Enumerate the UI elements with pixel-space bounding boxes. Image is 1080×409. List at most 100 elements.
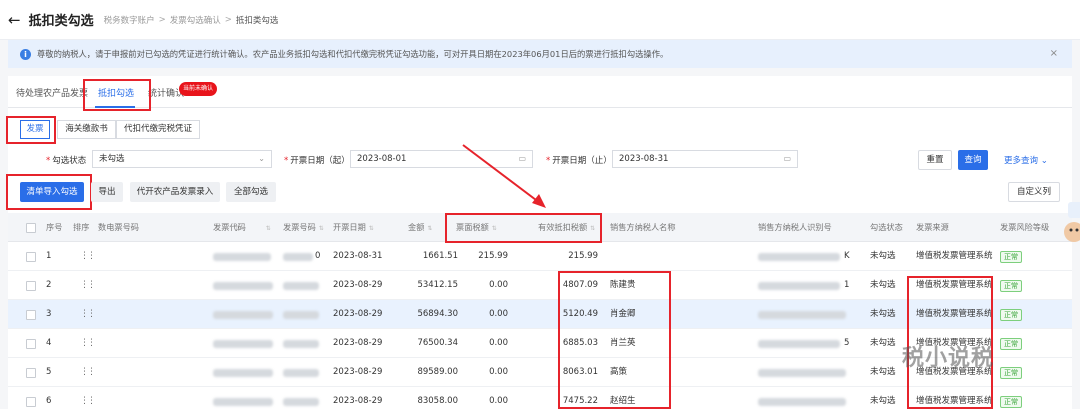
breadcrumb-item[interactable]: 发票勾选确认 — [170, 14, 221, 26]
drag-handle-icon[interactable]: ⋮⋮ — [80, 300, 96, 329]
drag-handle-icon[interactable]: ⋮⋮ — [80, 242, 96, 271]
redacted-code — [213, 311, 273, 319]
col-status: 勾选状态 — [870, 222, 903, 232]
annotation-box — [83, 79, 151, 111]
page-title: 抵扣类勾选 — [28, 14, 94, 29]
annotation-box — [445, 213, 602, 243]
col-risk: 发票风险等级 — [1000, 222, 1050, 232]
query-button[interactable]: 查询 — [958, 150, 988, 170]
risk-tag: 正常 — [1000, 396, 1022, 408]
breadcrumb: 税务数字账户 > 发票勾选确认 > 抵扣类勾选 — [104, 14, 279, 26]
cell-face-tax: 0.00 — [489, 338, 508, 348]
cell-no: 1 — [46, 251, 52, 261]
risk-tag: 正常 — [1000, 251, 1022, 263]
risk-tag: 正常 — [1000, 280, 1022, 292]
cell-face-tax: 0.00 — [489, 280, 508, 290]
subtab-customs[interactable]: 海关缴款书 — [57, 120, 116, 139]
cell-status: 未勾选 — [870, 251, 896, 261]
cell-id-suffix: 1 — [844, 280, 850, 290]
end-date-input[interactable]: 2023-08-31 ▭ — [612, 150, 798, 168]
avatar[interactable] — [1062, 200, 1080, 246]
breadcrumb-item[interactable]: 税务数字账户 — [104, 14, 155, 26]
redacted-code — [213, 369, 273, 377]
cell-date: 2023-08-29 — [333, 396, 383, 406]
custom-columns-button[interactable]: 自定义列 — [1008, 182, 1060, 202]
select-all-button[interactable]: 全部勾选 — [226, 182, 276, 202]
cell-status: 未勾选 — [870, 367, 896, 377]
row-checkbox[interactable] — [26, 368, 36, 378]
agri-invoice-entry-button[interactable]: 代开农产品发票录入 — [130, 182, 220, 202]
redacted-number — [283, 369, 319, 377]
start-date-input[interactable]: 2023-08-01 ▭ — [350, 150, 533, 168]
chevron-down-icon: ⌄ — [258, 154, 265, 163]
col-invoice-code[interactable]: 发票代码 ⇅ — [213, 213, 271, 242]
cell-status: 未勾选 — [870, 338, 896, 348]
redacted-id — [758, 369, 846, 377]
redacted-id — [758, 398, 846, 406]
col-seller-id: 销售方纳税人识别号 — [758, 222, 832, 232]
cell-effective-tax: 215.99 — [568, 251, 598, 261]
redacted-number — [283, 253, 313, 261]
redacted-id — [758, 340, 840, 348]
end-date-label: * 开票日期（止） — [546, 156, 612, 166]
redacted-number — [283, 398, 319, 406]
row-checkbox[interactable] — [26, 310, 36, 320]
cell-face-tax: 0.00 — [489, 396, 508, 406]
cell-date: 2023-08-29 — [333, 309, 383, 319]
drag-handle-icon[interactable]: ⋮⋮ — [80, 358, 96, 387]
notice-text: 尊敬的纳税人，请于申报前对已勾选的凭证进行统计确认。农产品业务抵扣勾选和代扣代缴… — [37, 49, 669, 59]
risk-tag: 正常 — [1000, 367, 1022, 379]
annotation-box — [6, 174, 92, 210]
tab-stat-confirm[interactable]: 统计确认 — [148, 76, 184, 108]
cell-no: 6 — [46, 396, 52, 406]
redacted-number — [283, 282, 319, 290]
select-all-checkbox[interactable] — [26, 223, 36, 233]
cell-source: 增值税发票管理系统 — [916, 251, 993, 261]
calendar-icon: ▭ — [783, 154, 791, 163]
table-row[interactable]: 1 ⋮⋮ 0 2023-08-31 1661.51 215.99 215.99 … — [8, 242, 1072, 271]
col-amount[interactable]: 金额 ⇅ — [408, 213, 432, 242]
redacted-code — [213, 398, 273, 406]
col-no: 序号 — [46, 222, 63, 232]
redacted-code — [213, 340, 273, 348]
back-arrow-icon[interactable]: ← — [8, 11, 21, 29]
row-checkbox[interactable] — [26, 281, 36, 291]
calendar-icon: ▭ — [518, 154, 526, 163]
status-select[interactable]: 未勾选 ⌄ — [92, 150, 272, 168]
redacted-number — [283, 311, 319, 319]
close-icon[interactable]: × — [1050, 48, 1058, 59]
cell-status: 未勾选 — [870, 280, 896, 290]
redacted-id — [758, 282, 840, 290]
watermark: 税小说税 — [902, 346, 995, 371]
col-sort: 排序 — [73, 222, 90, 232]
status-filter-label: * 勾选状态 — [46, 156, 87, 166]
more-query-link[interactable]: 更多查询 ⌄ — [1004, 154, 1048, 166]
drag-handle-icon[interactable]: ⋮⋮ — [80, 387, 96, 409]
export-button[interactable]: 导出 — [91, 182, 123, 202]
col-source: 发票来源 — [916, 222, 949, 232]
status-badge: 当前未确认 — [179, 82, 218, 96]
row-checkbox[interactable] — [26, 339, 36, 349]
breadcrumb-current: 抵扣类勾选 — [235, 15, 279, 26]
risk-tag: 正常 — [1000, 338, 1022, 350]
cell-no: 3 — [46, 309, 52, 319]
redacted-number — [283, 340, 319, 348]
annotation-box — [558, 271, 671, 409]
col-invoice-number[interactable]: 发票号码 ⇅ — [283, 213, 324, 242]
col-invoice-date[interactable]: 开票日期 ⇅ — [333, 213, 374, 242]
subtab-withholding[interactable]: 代扣代缴完税凭证 — [116, 120, 200, 139]
drag-handle-icon[interactable]: ⋮⋮ — [80, 271, 96, 300]
breadcrumb-separator: > — [224, 14, 232, 25]
reset-button[interactable]: 重置 — [918, 150, 952, 170]
notice-banner: i 尊敬的纳税人，请于申报前对已勾选的凭证进行统计确认。农产品业务抵扣勾选和代扣… — [8, 40, 1072, 68]
drag-handle-icon[interactable]: ⋮⋮ — [80, 329, 96, 358]
info-icon: i — [20, 48, 31, 60]
cell-face-tax: 0.00 — [489, 367, 508, 377]
cell-id-suffix: 5 — [844, 338, 850, 348]
tab-pending-agri[interactable]: 待处理农产品发票 — [16, 76, 88, 108]
breadcrumb-separator: > — [158, 14, 166, 25]
row-checkbox[interactable] — [26, 252, 36, 262]
cell-date: 2023-08-31 — [333, 251, 383, 261]
row-checkbox[interactable] — [26, 397, 36, 407]
redacted-code — [213, 253, 271, 261]
